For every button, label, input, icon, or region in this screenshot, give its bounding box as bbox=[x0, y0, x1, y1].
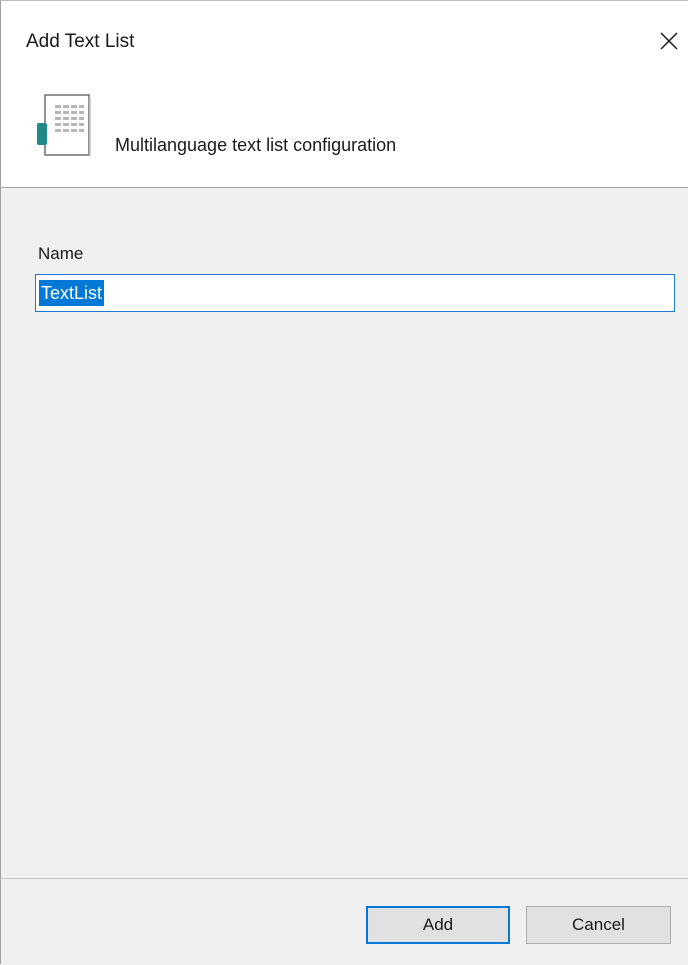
window-title: Add Text List bbox=[26, 31, 135, 52]
name-label: Name bbox=[38, 244, 84, 263]
cancel-button[interactable]: Cancel bbox=[526, 906, 671, 944]
close-icon bbox=[660, 32, 678, 50]
name-input[interactable]: TextList bbox=[35, 274, 675, 312]
add-button[interactable]: Add bbox=[366, 906, 510, 944]
header-description: Multilanguage text list configuration bbox=[115, 135, 397, 155]
title-bar: Add Text List bbox=[1, 1, 688, 81]
add-text-list-dialog: Add Text List Multilanguage text list co… bbox=[0, 0, 688, 965]
name-input-selected-text: TextList bbox=[39, 280, 105, 306]
document-list-icon bbox=[37, 94, 91, 156]
footer: Add Cancel bbox=[1, 879, 688, 965]
close-button[interactable] bbox=[649, 21, 688, 61]
content-area: Name TextList bbox=[1, 188, 688, 878]
header-area: Multilanguage text list configuration bbox=[1, 81, 688, 187]
